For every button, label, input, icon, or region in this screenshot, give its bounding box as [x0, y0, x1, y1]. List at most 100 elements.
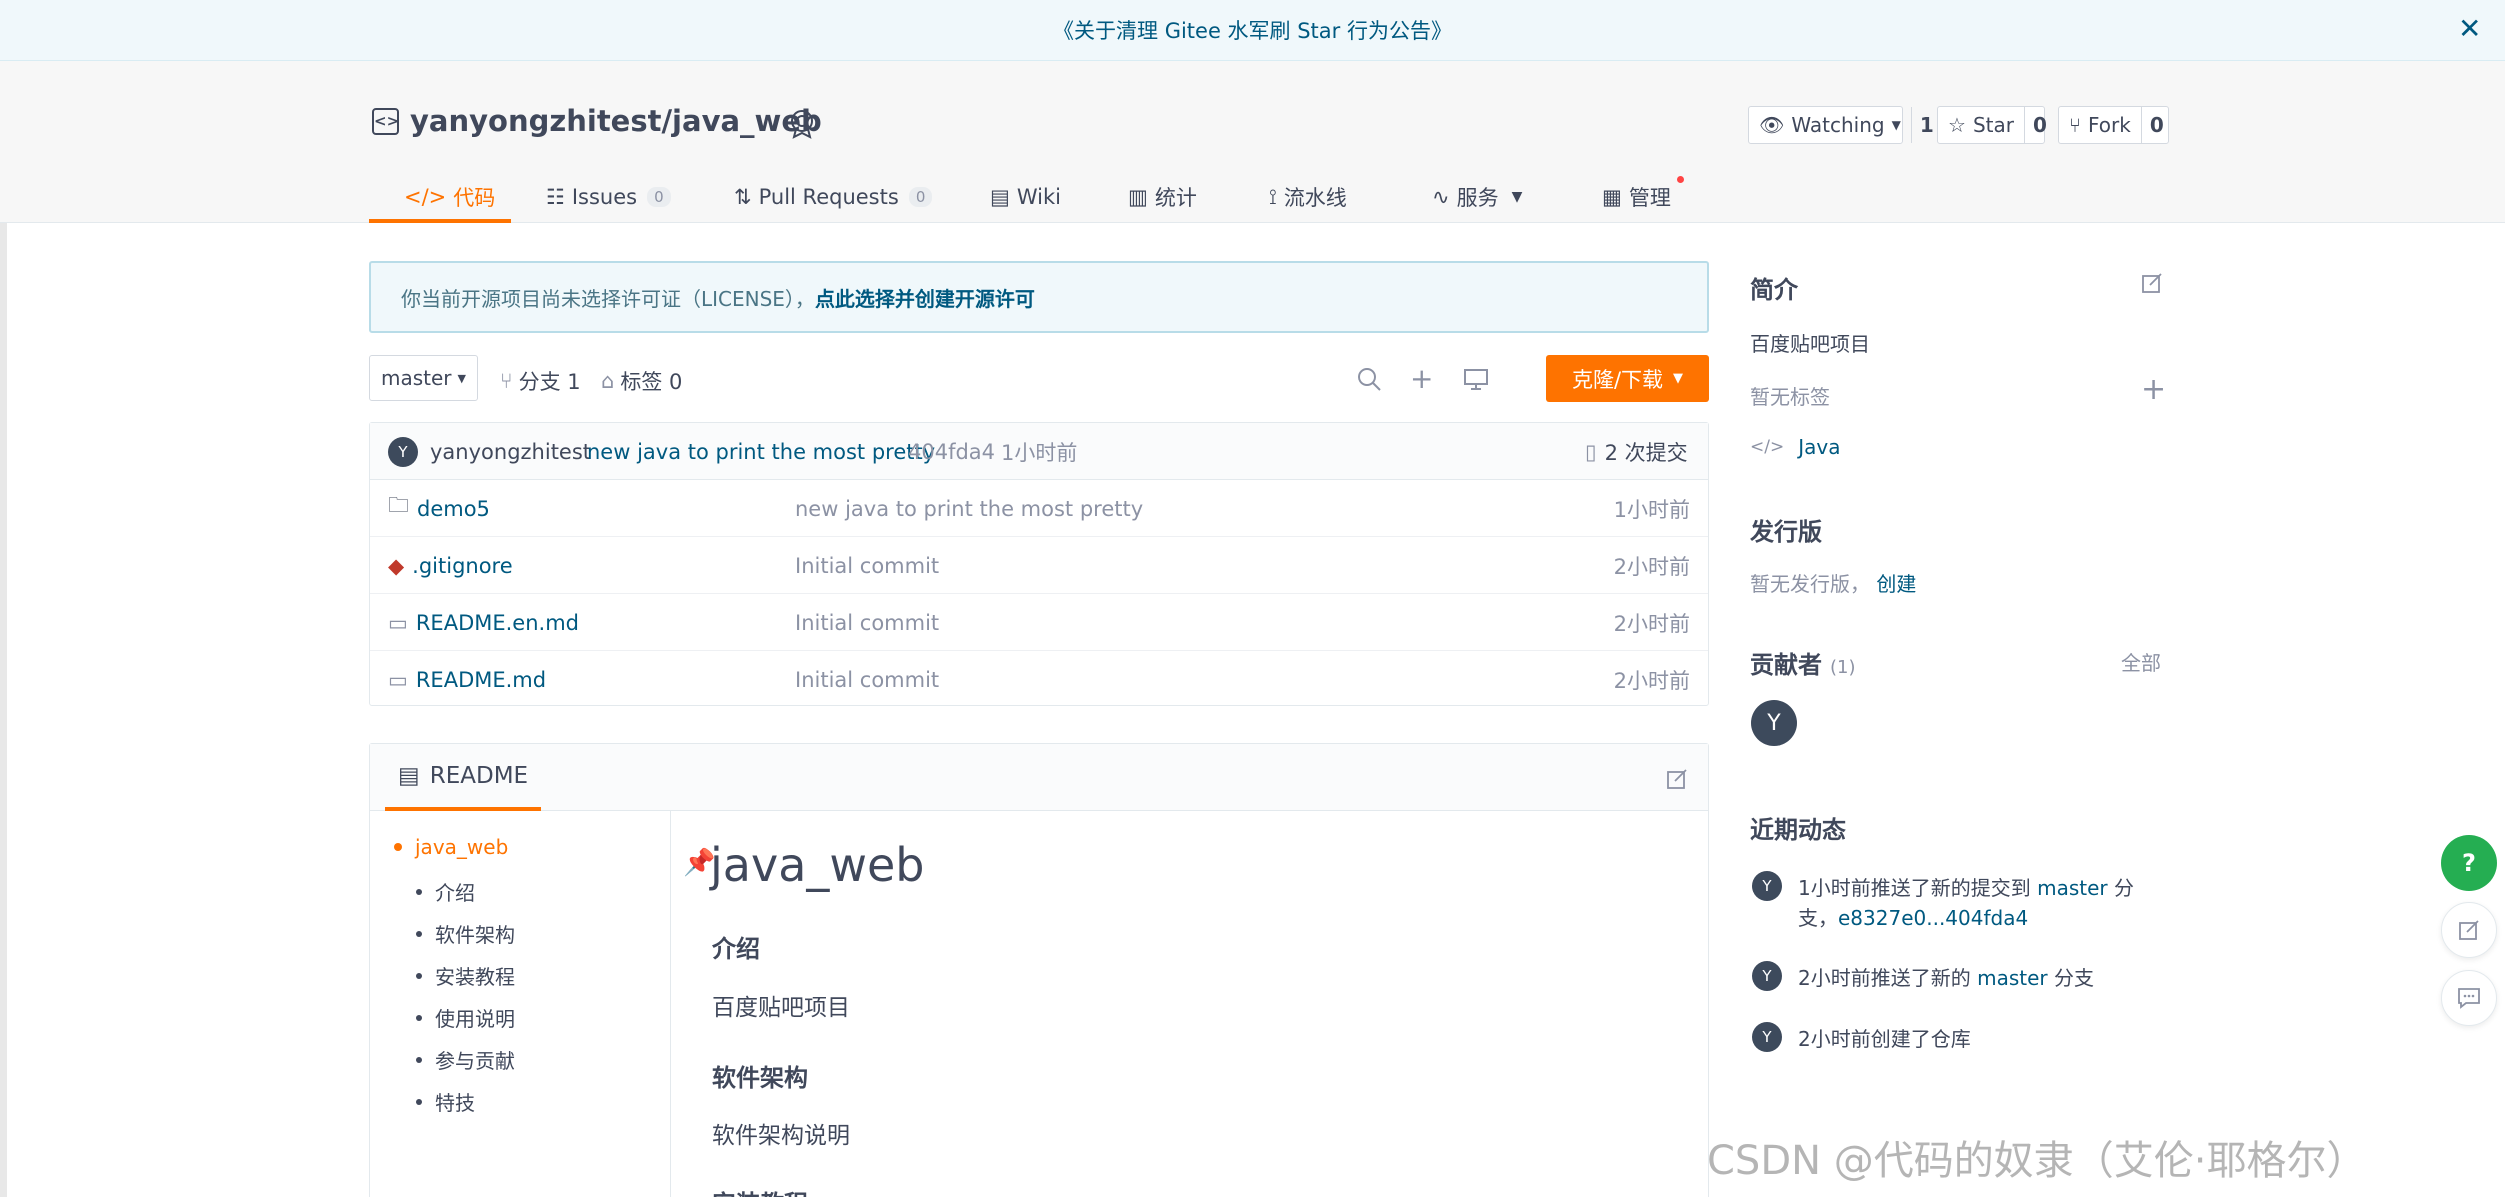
chat-icon: [2458, 988, 2480, 1009]
avatar[interactable]: Y: [1751, 700, 1797, 746]
feedback-button[interactable]: [2441, 902, 2497, 958]
fork-count: 0: [2140, 107, 2172, 143]
file-name[interactable]: README.en.md: [416, 611, 579, 635]
toc-item[interactable]: java_web: [394, 835, 508, 859]
document-icon: ▭: [388, 667, 408, 692]
toc-item[interactable]: 特技: [416, 1087, 475, 1116]
tags-link[interactable]: ⌂ 标签 0: [601, 366, 682, 396]
file-name[interactable]: demo5: [417, 497, 490, 521]
star-button[interactable]: ☆ Star 0: [1937, 106, 2047, 144]
watch-button[interactable]: 👁 Watching ▼ 1: [1748, 106, 1934, 144]
contributors-all-link[interactable]: 全部: [2121, 647, 2161, 676]
language-item[interactable]: </> Java: [1750, 435, 1840, 459]
issues-icon: ☷: [546, 185, 565, 209]
latest-commit-row: Y yanyongzhitest new java to print the m…: [370, 423, 1708, 480]
tab-stats[interactable]: ▥ 统计: [1128, 172, 1197, 222]
license-create-link[interactable]: 点此选择并创建开源许可: [815, 283, 1035, 312]
repo-title[interactable]: yanyongzhitest/java_web: [410, 104, 822, 138]
search-icon[interactable]: [1356, 366, 1382, 392]
star-icon: ☆: [1948, 113, 1966, 137]
readme-paragraph: 百度贴吧项目: [712, 995, 850, 1021]
fork-button[interactable]: ⑂ Fork 0: [2058, 106, 2169, 144]
web-ide-icon[interactable]: [1463, 368, 1489, 392]
readme-panel: ▤ README java_web 介绍 软件架构 安装教程 使用说明 参与贡献…: [369, 743, 1709, 1197]
release-info: 暂无发行版， 创建: [1750, 572, 1917, 596]
toc-item[interactable]: 使用说明: [416, 1003, 515, 1032]
activity-item: 2小时前推送了新的 master 分支: [1798, 966, 2094, 990]
tab-wiki[interactable]: ▤ Wiki: [990, 172, 1061, 222]
commit-author[interactable]: yanyongzhitest: [430, 423, 591, 480]
file-time: 2小时前: [1613, 668, 1690, 693]
toc-item[interactable]: 参与贡献: [416, 1045, 515, 1074]
table-row[interactable]: 🗀 demo5 new java to print the most prett…: [370, 480, 1708, 537]
tab-pull-requests[interactable]: ⇅ Pull Requests 0: [734, 172, 933, 222]
add-tag-icon[interactable]: +: [2141, 372, 2166, 407]
branch-name: master: [381, 366, 452, 390]
file-table: Y yanyongzhitest new java to print the m…: [369, 422, 1709, 706]
tab-code[interactable]: </> 代码: [404, 172, 495, 222]
sidebar-activity-title: 近期动态: [1750, 816, 1846, 844]
clone-download-button[interactable]: 克隆/下载 ▼: [1546, 355, 1709, 402]
sidebar-release-title: 发行版: [1750, 518, 1822, 546]
readme-tab[interactable]: ▤ README: [385, 744, 542, 811]
activity-item: 1小时前推送了新的提交到 master 分 支，e8327e0...404fda…: [1798, 876, 2134, 930]
repo-description: 百度贴吧项目: [1750, 332, 1870, 356]
file-name[interactable]: .gitignore: [412, 554, 513, 578]
readme-paragraph: 软件架构说明: [712, 1123, 850, 1149]
tab-issues[interactable]: ☷ Issues 0: [546, 172, 671, 222]
active-tab-indicator: [369, 219, 511, 223]
toc-item[interactable]: 介绍: [416, 877, 475, 906]
toc-item[interactable]: 安装教程: [416, 961, 515, 990]
branch-link[interactable]: master: [1977, 966, 2048, 990]
table-row[interactable]: ◆ .gitignore Initial commit 2小时前: [370, 537, 1708, 594]
pull-requests-count: 0: [908, 187, 933, 207]
commit-count-link[interactable]: ▯ 2 次提交: [1585, 423, 1688, 480]
no-tags-text: 暂无标签: [1750, 385, 1830, 409]
notification-dot: [1677, 176, 1684, 183]
code-icon: </>: [1750, 437, 1785, 457]
caret-down-icon: ▼: [1511, 189, 1523, 205]
book-icon: ▤: [990, 185, 1010, 209]
readme-heading: java_web: [710, 838, 925, 892]
edit-icon[interactable]: [2141, 272, 2163, 294]
commit-range-link[interactable]: e8327e0...404fda4: [1838, 906, 2028, 930]
file-commit-message[interactable]: new java to print the most pretty: [795, 480, 1143, 537]
announcement-link[interactable]: 《关于清理 Gitee 水军刷 Star 行为公告》: [1053, 15, 1452, 45]
avatar[interactable]: Y: [1752, 961, 1782, 991]
tab-pipeline[interactable]: ⟟ 流水线: [1269, 172, 1347, 222]
avatar[interactable]: Y: [388, 436, 418, 467]
tag-icon: ⌂: [601, 369, 615, 393]
folder-icon: 🗀: [388, 493, 409, 517]
sidebar-intro-title: 简介: [1750, 276, 1798, 304]
readme-section-heading: 软件架构: [712, 1064, 808, 1092]
commit-message[interactable]: new java to print the most pretty: [587, 423, 935, 480]
issues-count: 0: [647, 187, 671, 207]
avatar[interactable]: Y: [1752, 871, 1782, 901]
table-row[interactable]: ▭ README.en.md Initial commit 2小时前: [370, 594, 1708, 651]
tab-manage[interactable]: ▦ 管理: [1602, 172, 1671, 222]
close-icon[interactable]: ✕: [2458, 12, 2481, 45]
readme-section-heading: 介绍: [712, 935, 760, 963]
file-commit-message[interactable]: Initial commit: [795, 537, 939, 594]
caret-down-icon: ▼: [1673, 371, 1684, 386]
branch-select[interactable]: master ▼: [369, 355, 478, 401]
file-name[interactable]: README.md: [416, 668, 546, 692]
help-button[interactable]: ?: [2441, 835, 2497, 891]
medal-icon[interactable]: [786, 107, 818, 139]
create-release-link[interactable]: 创建: [1876, 572, 1916, 596]
announcement-banner[interactable]: 《关于清理 Gitee 水军刷 Star 行为公告》: [0, 0, 2505, 61]
table-row[interactable]: ▭ README.md Initial commit 2小时前: [370, 651, 1708, 708]
avatar[interactable]: Y: [1752, 1022, 1782, 1052]
branches-link[interactable]: ⑂ 分支 1: [500, 366, 581, 396]
edit-icon[interactable]: [1666, 768, 1688, 790]
commit-hash[interactable]: 404fda4: [908, 423, 995, 480]
add-file-icon[interactable]: +: [1410, 362, 1433, 395]
toc-item[interactable]: 软件架构: [416, 919, 515, 948]
chat-button[interactable]: [2441, 970, 2497, 1026]
tab-services[interactable]: ∿ 服务 ▼: [1432, 172, 1522, 222]
branch-link[interactable]: master: [2037, 876, 2108, 900]
file-commit-message[interactable]: Initial commit: [795, 594, 939, 651]
file-commit-message[interactable]: Initial commit: [795, 651, 939, 708]
code-icon: </>: [404, 185, 447, 209]
code-repo-icon: <>: [372, 108, 399, 135]
